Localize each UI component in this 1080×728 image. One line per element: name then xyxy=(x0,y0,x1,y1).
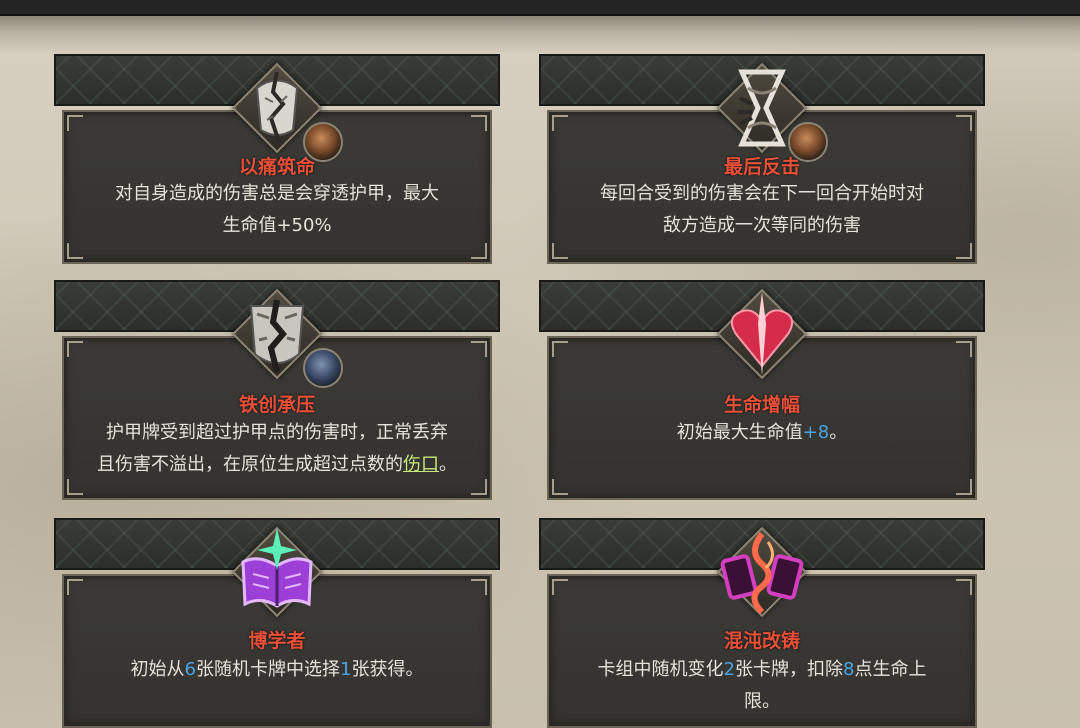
torn-armor-icon xyxy=(227,58,343,162)
parchment-top-shadow xyxy=(0,16,1080,54)
hourglass-claw-icon xyxy=(712,58,828,162)
perk-description: 对自身造成的伤害总是会穿透护甲，最大 生命值+50% xyxy=(115,183,439,236)
perk-title: 铁创承压 xyxy=(238,394,315,416)
perk-description: 卡组中随机变化2张卡牌，扣除8点生命上 限。 xyxy=(597,659,927,712)
perk-description: 护甲牌受到超过护甲点的伤害时，正常丢弃 且伤害不溢出，在原位生成超过点数的伤口。 xyxy=(97,422,457,475)
heart-icon xyxy=(712,284,812,384)
perk-card[interactable]: 混沌改铸 卡组中随机变化2张卡牌，扣除8点生命上 限。 xyxy=(539,518,985,728)
cracked-shield-icon xyxy=(227,284,343,388)
perk-description: 每回合受到的伤害会在下一回合开始时对 敌方造成一次等同的伤害 xyxy=(600,183,924,236)
perk-card[interactable]: 以痛筑命 对自身造成的伤害总是会穿透护甲，最大 生命值+50% xyxy=(54,54,500,266)
top-bar xyxy=(0,0,1080,16)
spellbook-icon xyxy=(227,522,327,622)
perk-title: 以痛筑命 xyxy=(238,156,315,178)
chaos-cards-icon xyxy=(712,522,812,622)
perk-card[interactable]: 博学者 初始从6张随机卡牌中选择1张获得。 xyxy=(54,518,500,728)
keyword-link-wound[interactable]: 伤口 xyxy=(403,454,439,475)
perk-card[interactable]: 生命增幅 初始最大生命值+8。 xyxy=(539,280,985,502)
perk-title: 博学者 xyxy=(248,630,306,652)
perk-title: 生命增幅 xyxy=(723,394,800,416)
perk-description: 初始最大生命值+8。 xyxy=(676,422,848,443)
perk-description: 初始从6张随机卡牌中选择1张获得。 xyxy=(130,659,424,680)
perk-title: 混沌改铸 xyxy=(723,630,800,652)
perk-title: 最后反击 xyxy=(723,156,800,178)
perk-card[interactable]: 最后反击 每回合受到的伤害会在下一回合开始时对 敌方造成一次等同的伤害 xyxy=(539,54,985,266)
character-avatar xyxy=(303,348,343,388)
perk-card[interactable]: 铁创承压 护甲牌受到超过护甲点的伤害时，正常丢弃 且伤害不溢出，在原位生成超过点… xyxy=(54,280,500,502)
